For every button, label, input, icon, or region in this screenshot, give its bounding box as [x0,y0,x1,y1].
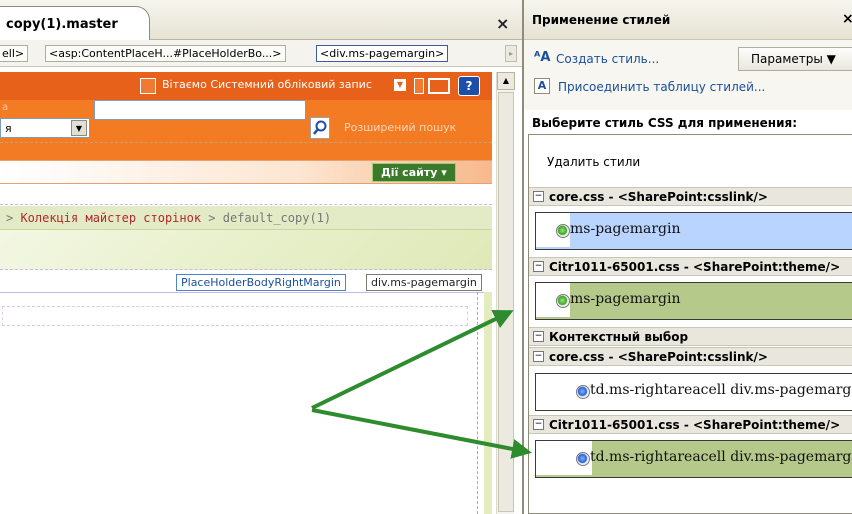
site-title-fragment: а [2,102,9,113]
style-bullet-icon [556,224,570,238]
content-placeholder-row: PlaceHolderBodyRightMargin div.ms-pagema… [0,272,492,292]
search-icon [313,120,327,135]
style-bullet-icon [576,385,590,399]
apply-styles-pane: Применение стилей × ᴬA Создать стиль... … [522,0,852,514]
style-item-label: ms-pagemargin [570,291,681,307]
style-group-label: core.css - <SharePoint:csslink/> [549,350,768,364]
document-tab-bar: copy(1).master × [0,0,522,40]
site-actions-bar: Дії сайту ▾ [0,160,492,184]
designer-pane: copy(1).master × ell> <asp:ContentPlaceH… [0,0,522,514]
div-chip[interactable]: div.ms-pagemargin [366,274,482,291]
scroll-up-icon[interactable]: ▲ [497,72,515,90]
region-divider [0,142,492,143]
new-style-icon[interactable]: ᴬA [534,50,550,66]
attach-stylesheet-link[interactable]: Присоединить таблицу стилей... [558,80,765,94]
panel-title: Применение стилей [532,13,671,27]
tag-selector-item[interactable]: <asp:ContentPlaceH...#PlaceHolderBo...> [45,45,286,62]
apply-styles-toolbar: ᴬA Создать стиль... Параметры ▼ A Присое… [524,40,852,110]
style-item[interactable]: td.ms-rightareacell div.ms-pagemargin [529,367,852,413]
collapse-icon[interactable]: − [533,351,544,362]
tag-scroll-right-icon[interactable]: ▸ [505,45,517,62]
clear-styles-item[interactable]: Удалить стили [547,155,640,169]
breadcrumb-separator: > [6,211,21,225]
collapse-icon[interactable]: − [533,331,544,342]
style-group-label: Citr1011-65001.css - <SharePoint:theme/> [549,260,841,274]
search-scope-select[interactable]: я ▼ [0,118,90,138]
style-item[interactable]: ms-pagemargin [529,206,852,252]
collapse-icon[interactable]: − [533,261,544,272]
style-group-label: core.css - <SharePoint:csslink/> [549,190,768,204]
close-document-icon[interactable]: × [496,14,509,33]
style-item-swatch: ms-pagemargin [535,282,852,320]
style-item[interactable]: ms-pagemargin [529,276,852,322]
style-group-header[interactable]: − core.css - <SharePoint:csslink/> [529,347,852,366]
style-group-header[interactable]: − Citr1011-65001.css - <SharePoint:theme… [529,257,852,276]
document-tab-label: copy(1).master [6,17,118,32]
style-item-swatch: td.ms-rightareacell div.ms-pagemargin [535,440,852,478]
designer-vertical-scrollbar[interactable]: ▲ [496,72,515,514]
style-item-swatch: td.ms-rightareacell div.ms-pagemargin [535,373,852,411]
welcome-checkbox-icon [140,78,156,94]
placeholder-box-icon [428,78,450,94]
style-group-label: Citr1011-65001.css - <SharePoint:theme/> [549,418,841,432]
chevron-down-icon[interactable]: ▼ [394,79,406,91]
site-actions-button[interactable]: Дії сайту ▾ [372,163,456,182]
title-area-band [0,230,492,270]
pagemargin-box[interactable] [2,306,468,326]
quick-tag-selector: ell> <asp:ContentPlaceH...#PlaceHolderBo… [0,40,522,67]
style-item-label: td.ms-rightareacell div.ms-pagemargin [590,449,852,465]
style-item-swatch: ms-pagemargin [535,212,852,250]
placeholder-box-icon [414,78,424,94]
style-group-header[interactable]: − Citr1011-65001.css - <SharePoint:theme… [529,415,852,434]
advanced-search-link[interactable]: Розширений пошук [344,121,456,134]
design-region [0,185,492,205]
placeholder-chip[interactable]: PlaceHolderBodyRightMargin [176,274,346,291]
search-input[interactable] [94,100,306,120]
sharepoint-global-bar: Вітаємо Системний обліковий запис ▼ ? [0,72,492,100]
options-button[interactable]: Параметры ▼ [738,47,852,71]
breadcrumb-current: > default_copy(1) [201,211,332,225]
tag-selector-item-selected[interactable]: <div.ms-pagemargin> [316,45,449,62]
new-style-link[interactable]: Создать стиль... [556,52,659,66]
welcome-menu[interactable]: Вітаємо Системний обліковий запис [162,78,372,91]
document-tab[interactable]: copy(1).master [0,6,150,40]
breadcrumb-bar: > Колекція майстер сторінок > default_co… [0,206,492,230]
style-group-header[interactable]: − Контекстный выбор [529,327,852,346]
style-item-label: ms-pagemargin [570,221,681,237]
style-list: Удалить стили − core.css - <SharePoint:c… [528,134,852,514]
style-bullet-icon [556,294,570,308]
collapse-icon[interactable]: − [533,419,544,430]
help-icon[interactable]: ? [458,76,480,96]
style-item[interactable]: td.ms-rightareacell div.ms-pagemargin [529,434,852,480]
select-style-label: Выберите стиль CSS для применения: [532,116,798,130]
attach-stylesheet-icon[interactable]: A [534,78,550,94]
breadcrumb: > Колекція майстер сторінок > default_co… [6,211,331,225]
apply-styles-header: Применение стилей × [524,0,852,40]
collapse-icon[interactable]: − [533,191,544,202]
breadcrumb-link[interactable]: Колекція майстер сторінок [20,211,201,225]
close-panel-icon[interactable]: × [842,11,852,27]
style-bullet-icon [576,452,590,466]
sharepoint-search-area: а я ▼ Розширений пошук [0,100,492,160]
style-group-header[interactable]: − core.css - <SharePoint:csslink/> [529,187,852,206]
style-item-label: td.ms-rightareacell div.ms-pagemargin [590,382,852,398]
style-group-label: Контекстный выбор [549,330,689,344]
chevron-down-icon[interactable]: ▼ [71,120,87,136]
tag-selector-item[interactable]: ell> [0,45,29,62]
scrollbar-thumb[interactable] [498,92,514,512]
right-margin-fill [484,292,492,514]
search-button[interactable] [310,117,330,139]
search-scope-value: я [5,122,12,135]
